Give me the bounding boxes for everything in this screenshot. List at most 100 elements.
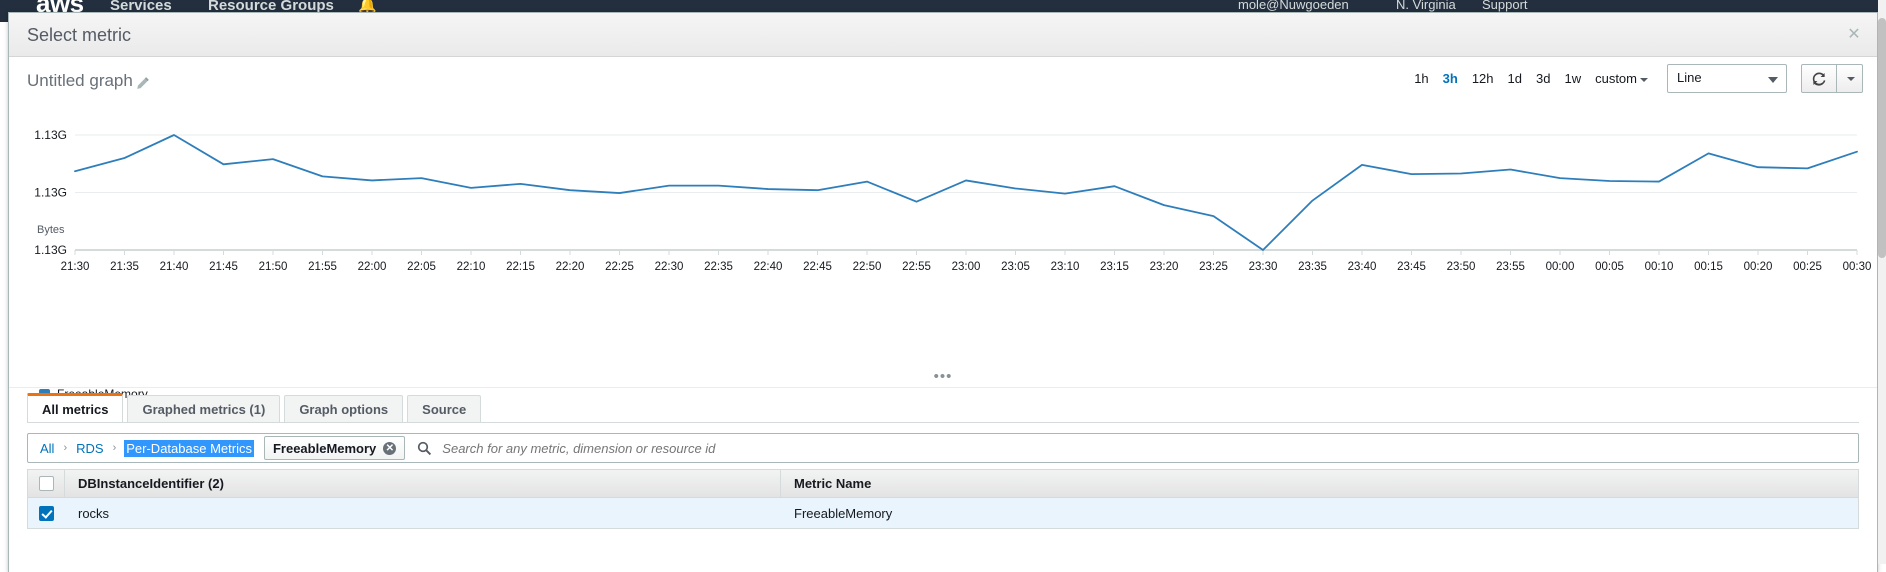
svg-text:21:55: 21:55 — [308, 261, 337, 273]
row-select-cell — [28, 498, 65, 528]
close-icon[interactable]: ✕ — [1845, 26, 1863, 44]
panel-resize-handle[interactable]: ••• — [934, 369, 953, 384]
svg-text:22:15: 22:15 — [506, 261, 535, 273]
range-option-1h[interactable]: 1h — [1407, 67, 1435, 90]
svg-text:1.13G: 1.13G — [34, 128, 67, 142]
refresh-icon — [1812, 72, 1826, 86]
refresh-button[interactable] — [1801, 64, 1837, 93]
tabs-underline — [27, 422, 1859, 423]
range-option-1w[interactable]: 1w — [1557, 67, 1588, 90]
filter-token-label: FreeableMemory — [272, 440, 377, 456]
svg-text:00:20: 00:20 — [1744, 261, 1773, 273]
graph-title: Untitled graph — [27, 71, 133, 90]
svg-text:23:30: 23:30 — [1249, 261, 1278, 273]
svg-text:00:05: 00:05 — [1595, 261, 1624, 273]
svg-text:00:15: 00:15 — [1694, 261, 1723, 273]
chart-type-select[interactable]: Line — [1667, 64, 1787, 93]
chart-canvas: 1.13G 1.13G 1.13G 21:30 21:35 21:40 21:45 21:50… — [34, 128, 1871, 273]
svg-text:22:05: 22:05 — [407, 261, 436, 273]
metric-search-bar: All › RDS › Per-Database Metrics Freeabl… — [27, 433, 1859, 463]
svg-text:1.13G: 1.13G — [34, 186, 67, 200]
svg-text:23:50: 23:50 — [1447, 261, 1476, 273]
chart-type-value: Line — [1677, 70, 1702, 85]
svg-text:00:00: 00:00 — [1546, 261, 1575, 273]
svg-text:23:20: 23:20 — [1150, 261, 1179, 273]
refresh-button-group — [1801, 64, 1863, 93]
svg-text:23:10: 23:10 — [1051, 261, 1080, 273]
breadcrumb-separator: › — [63, 442, 68, 454]
account-menu[interactable]: mole@Nuwgoeden — [1238, 0, 1349, 12]
breadcrumb-rds[interactable]: RDS — [75, 441, 104, 456]
close-circle-icon[interactable]: ✕ — [383, 441, 397, 455]
range-option-12h[interactable]: 12h — [1465, 67, 1501, 90]
svg-text:22:20: 22:20 — [556, 261, 585, 273]
svg-text:22:35: 22:35 — [704, 261, 733, 273]
tab-bar: All metrics Graphed metrics (1) Graph op… — [27, 393, 482, 423]
support-menu[interactable]: Support — [1482, 0, 1528, 12]
svg-text:23:45: 23:45 — [1397, 261, 1426, 273]
metric-chart: Bytes 1.13G 1.13G 1.13G 21:30 21:35 21:40 21:4… — [9, 105, 1877, 401]
svg-text:21:30: 21:30 — [61, 261, 90, 273]
metrics-table: DBInstanceIdentifier (2) Metric Name roc… — [27, 469, 1859, 529]
svg-text:23:15: 23:15 — [1100, 261, 1129, 273]
svg-text:22:25: 22:25 — [605, 261, 634, 273]
svg-text:23:25: 23:25 — [1199, 261, 1228, 273]
table-row[interactable]: rocks FreeableMemory — [28, 498, 1858, 529]
pencil-icon[interactable] — [136, 76, 150, 90]
column-header-dbinstanceidentifier[interactable]: DBInstanceIdentifier (2) — [65, 470, 781, 497]
svg-text:22:30: 22:30 — [655, 261, 684, 273]
breadcrumb-per-database-metrics[interactable]: Per-Database Metrics — [124, 439, 254, 457]
svg-text:22:10: 22:10 — [457, 261, 486, 273]
select-all-checkbox[interactable] — [38, 476, 54, 491]
svg-text:23:35: 23:35 — [1298, 261, 1327, 273]
chevron-down-icon — [1640, 77, 1648, 82]
page-title: Select metric — [27, 25, 132, 45]
svg-text:23:05: 23:05 — [1001, 261, 1030, 273]
region-menu[interactable]: N. Virginia — [1396, 0, 1456, 12]
range-option-custom[interactable]: custom — [1588, 67, 1653, 90]
page-scrollbar[interactable] — [1878, 0, 1886, 564]
column-header-metric-name[interactable]: Metric Name — [781, 470, 1858, 497]
svg-text:22:50: 22:50 — [853, 261, 882, 273]
breadcrumb-separator: › — [112, 442, 117, 454]
svg-text:21:40: 21:40 — [160, 261, 189, 273]
svg-text:00:10: 00:10 — [1645, 261, 1674, 273]
range-option-3h[interactable]: 3h — [1436, 67, 1465, 90]
row-checkbox[interactable] — [39, 505, 54, 521]
tab-source[interactable]: Source — [407, 395, 482, 423]
chevron-down-icon — [1768, 77, 1778, 83]
svg-text:1.13G: 1.13G — [34, 243, 67, 257]
svg-text:22:00: 22:00 — [358, 261, 387, 273]
time-range-toolbar: 1h 3h 12h 1d 3d 1w custom Line — [1407, 64, 1863, 93]
cell-dbinstanceidentifier: rocks — [78, 505, 110, 521]
range-custom-label: custom — [1595, 71, 1637, 86]
svg-text:22:45: 22:45 — [803, 261, 832, 273]
range-option-1d[interactable]: 1d — [1501, 67, 1529, 90]
chevron-down-icon — [1847, 76, 1855, 81]
svg-text:23:40: 23:40 — [1348, 261, 1377, 273]
tabs-separator — [9, 387, 1877, 388]
select-metric-modal: Select metric ✕ Untitled graph 1h 3h 12h… — [8, 12, 1878, 572]
svg-text:21:35: 21:35 — [110, 261, 139, 273]
range-option-3d[interactable]: 3d — [1529, 67, 1557, 90]
search-input[interactable] — [440, 439, 1858, 457]
scrollbar-thumb[interactable] — [1878, 18, 1886, 258]
svg-text:00:25: 00:25 — [1793, 261, 1822, 273]
tab-all-metrics[interactable]: All metrics — [27, 393, 124, 423]
filter-token-freeablememory[interactable]: FreeableMemory ✕ — [263, 436, 406, 460]
modal-body: Untitled graph 1h 3h 12h 1d 3d 1w custom… — [9, 57, 1877, 572]
refresh-options-button[interactable] — [1837, 64, 1863, 93]
tab-graph-options[interactable]: Graph options — [284, 395, 404, 423]
table-header-row: DBInstanceIdentifier (2) Metric Name — [28, 470, 1858, 498]
breadcrumb-all[interactable]: All — [39, 441, 55, 456]
cell-metric-name: FreeableMemory — [794, 505, 893, 521]
select-all-cell — [28, 470, 65, 497]
svg-text:21:45: 21:45 — [209, 261, 238, 273]
modal-header: Select metric ✕ — [9, 13, 1877, 57]
search-icon — [417, 441, 432, 456]
tab-graphed-metrics[interactable]: Graphed metrics (1) — [127, 395, 281, 423]
svg-text:23:00: 23:00 — [952, 261, 981, 273]
svg-text:21:50: 21:50 — [259, 261, 288, 273]
graph-header: Untitled graph 1h 3h 12h 1d 3d 1w custom… — [9, 57, 1877, 105]
svg-text:23:55: 23:55 — [1496, 261, 1525, 273]
